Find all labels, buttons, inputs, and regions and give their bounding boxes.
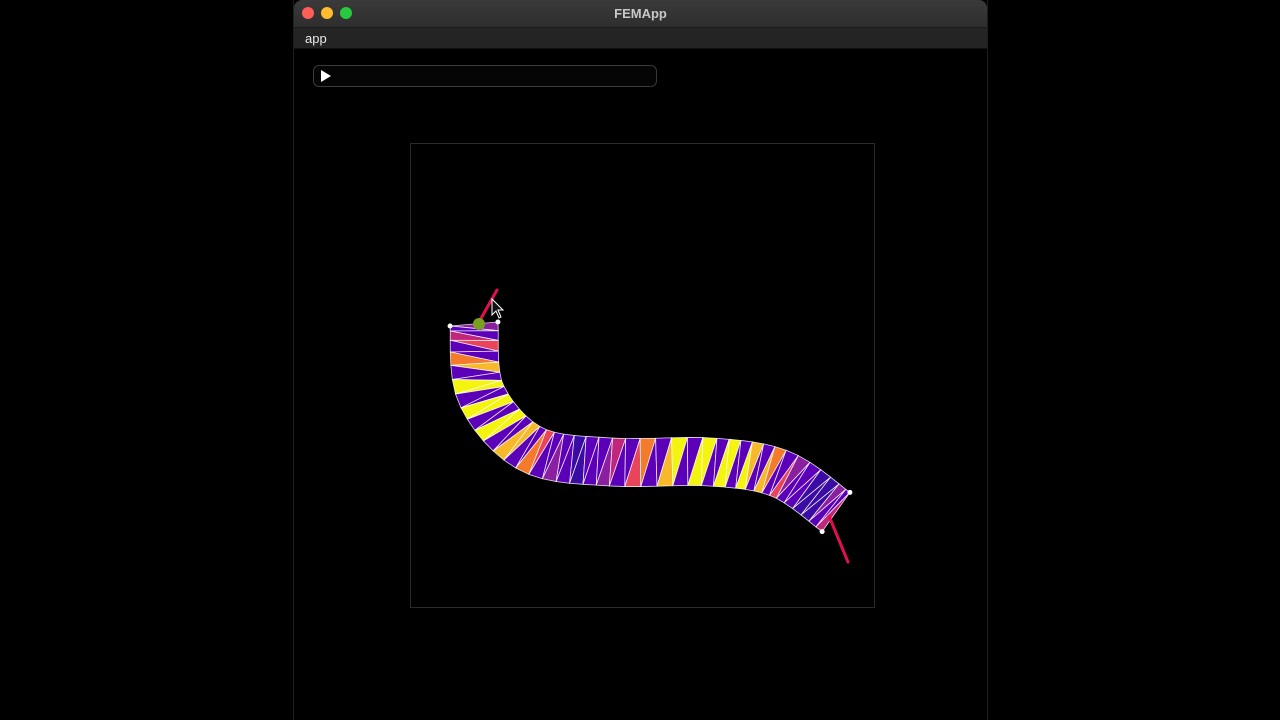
- mouse-cursor-icon: [491, 297, 505, 319]
- playback-toolbar: [313, 65, 657, 87]
- grab-handle[interactable]: [473, 318, 485, 330]
- mesh-node[interactable]: [819, 529, 825, 535]
- menu-bar: app: [294, 28, 987, 49]
- simulation-viewport[interactable]: [410, 143, 875, 608]
- title-bar[interactable]: FEMApp: [294, 0, 987, 28]
- app-window: FEMApp app: [293, 0, 988, 720]
- window-title: FEMApp: [614, 6, 667, 21]
- force-vector-end: [827, 514, 850, 564]
- fem-mesh[interactable]: [411, 144, 876, 609]
- mesh-node[interactable]: [847, 489, 853, 495]
- mesh-node[interactable]: [495, 319, 501, 325]
- play-icon[interactable]: [318, 68, 334, 84]
- mesh-node[interactable]: [447, 323, 453, 329]
- menu-item-app[interactable]: app: [305, 31, 327, 46]
